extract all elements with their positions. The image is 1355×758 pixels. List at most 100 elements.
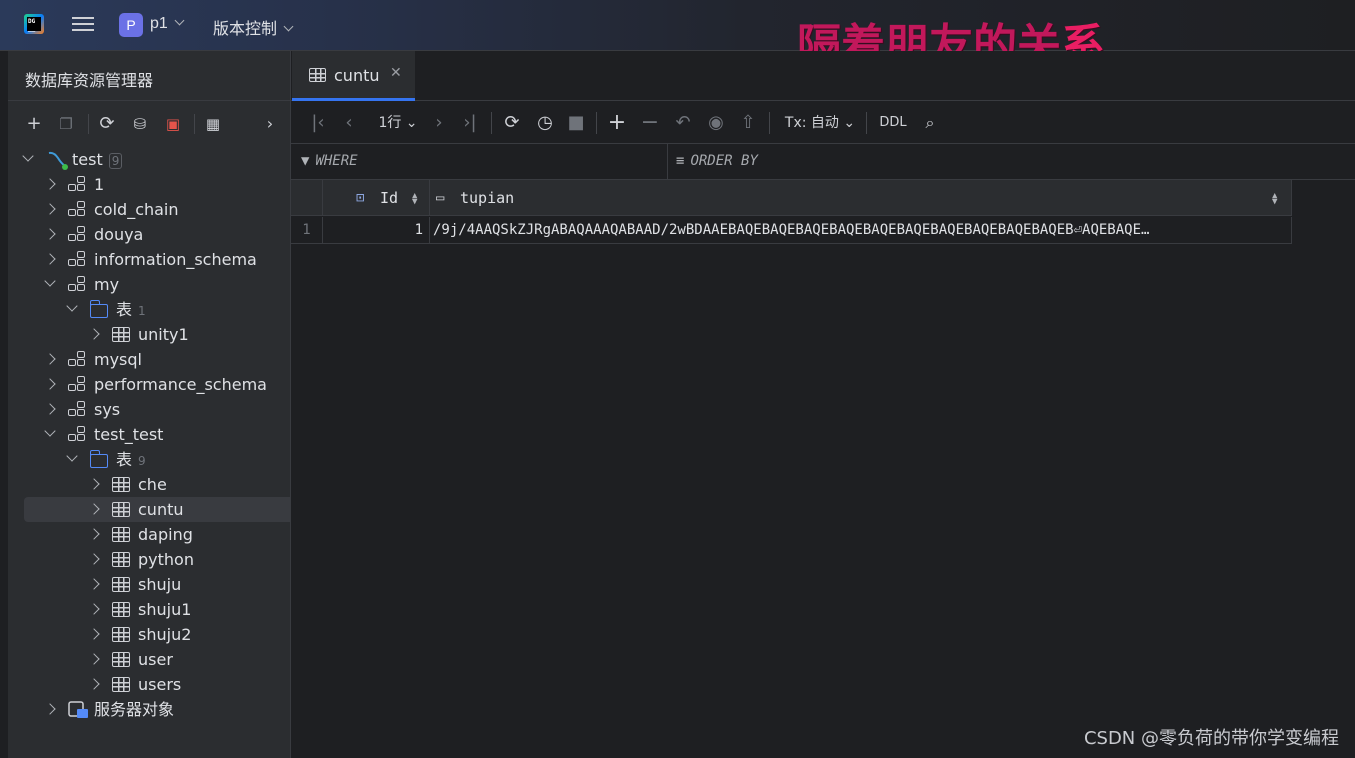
tree-item-text: test_test xyxy=(94,425,164,444)
tree-item-label: my xyxy=(94,272,119,297)
chevron-right-icon[interactable] xyxy=(44,378,56,390)
datasource-properties-icon[interactable]: ⛁ xyxy=(130,114,150,134)
tree-item[interactable]: cold_chain xyxy=(8,197,290,222)
column-header-tupian[interactable]: ▭ tupian ▲ ▼ xyxy=(430,180,1292,216)
cell-tupian[interactable]: /9j/4AAQSkZJRgABAQAAAQABAAD/2wBDAAEBAQEB… xyxy=(430,217,1292,244)
chevron-right-icon[interactable] xyxy=(88,628,100,640)
tree-item[interactable]: test 9 xyxy=(8,147,290,172)
chevron-down-icon xyxy=(283,21,294,32)
grid-toolbar: |‹ ‹ 1行 ⌄ › ›| ⟳ ◷ ■ + − ↶ ◉ ⇧ Tx: 自动 ⌄ … xyxy=(291,102,1355,144)
first-page-icon[interactable]: |‹ xyxy=(309,112,327,134)
next-page-icon[interactable]: › xyxy=(431,112,447,134)
tree-item[interactable]: performance_schema xyxy=(8,372,290,397)
column-header-id[interactable]: ⊡ Id ▲ ▼ xyxy=(323,180,430,216)
refresh-icon[interactable]: ⟳ xyxy=(97,114,117,134)
tree-item-label: daping xyxy=(138,522,193,547)
reload-icon[interactable]: ⟳ xyxy=(501,112,523,134)
tree-item[interactable]: 服务器对象 xyxy=(8,697,290,722)
tree-item[interactable]: douya xyxy=(8,222,290,247)
schema-icon xyxy=(68,426,88,444)
search-icon[interactable]: ⌕ xyxy=(919,112,941,134)
chevron-right-icon[interactable] xyxy=(88,328,100,340)
sort-arrows-icon[interactable]: ▲ ▼ xyxy=(412,192,417,207)
tree-item[interactable]: my xyxy=(8,272,290,297)
table-icon xyxy=(112,327,130,342)
tree-item[interactable]: cuntu xyxy=(24,497,306,522)
ddl-button[interactable]: DDL xyxy=(878,112,908,134)
submit-icon[interactable]: ⇧ xyxy=(738,112,758,134)
chevron-right-icon[interactable] xyxy=(44,203,56,215)
chevron-right-icon[interactable] xyxy=(88,678,100,690)
tab-cuntu[interactable]: cuntu ✕ xyxy=(292,51,415,101)
disconnect-icon[interactable]: ▣ xyxy=(163,114,183,134)
tree-item[interactable]: shuju2 xyxy=(8,622,290,647)
tree-item[interactable]: python xyxy=(8,547,290,572)
database-explorer-panel: 数据库资源管理器 + ❐ ⟳ ⛁ ▣ ▦ › test 9 1 cold_chain d… xyxy=(8,51,306,758)
order-by-label: ORDER BY xyxy=(690,153,758,169)
chevron-down-icon[interactable] xyxy=(66,450,78,462)
history-icon[interactable]: ◷ xyxy=(534,112,556,134)
chevron-right-icon[interactable] xyxy=(44,253,56,265)
tree-item[interactable]: 表1 xyxy=(8,297,290,322)
chevron-right-icon[interactable] xyxy=(88,553,100,565)
vcs-menu[interactable]: 版本控制 xyxy=(213,15,294,39)
chevron-right-icon[interactable] xyxy=(88,578,100,590)
tree-item-text: shuju xyxy=(138,575,182,594)
chevron-right-icon[interactable] xyxy=(88,528,100,540)
tx-mode-selector[interactable]: Tx: 自动 ⌄ xyxy=(783,112,857,134)
tree-item[interactable]: shuju xyxy=(8,572,290,597)
add-row-icon[interactable]: + xyxy=(607,112,627,134)
tree-item[interactable]: test_test xyxy=(8,422,290,447)
order-by-filter[interactable]: ≡ ORDER BY xyxy=(676,153,758,169)
prev-page-icon[interactable]: ‹ xyxy=(341,112,357,134)
tree-item-text: test xyxy=(72,150,103,169)
tree-item[interactable]: 1 xyxy=(8,172,290,197)
chevron-right-icon[interactable] xyxy=(44,703,56,715)
revert-icon[interactable]: ↶ xyxy=(673,112,693,134)
tree-item[interactable]: unity1 xyxy=(8,322,290,347)
chevron-right-icon[interactable] xyxy=(88,503,100,515)
chevron-right-icon[interactable]: › xyxy=(260,114,280,134)
tree-item[interactable]: user xyxy=(8,647,290,672)
tree-item-text: information_schema xyxy=(94,250,257,269)
delete-row-icon[interactable]: − xyxy=(640,112,660,134)
tree-item[interactable]: users xyxy=(8,672,290,697)
tree-item[interactable]: daping xyxy=(8,522,290,547)
tree-item-text: performance_schema xyxy=(94,375,267,394)
table-view-icon[interactable]: ▦ xyxy=(203,114,223,134)
add-icon[interactable]: + xyxy=(24,114,44,134)
last-page-icon[interactable]: ›| xyxy=(461,112,479,134)
tree-item-label: test 9 xyxy=(72,147,123,172)
sort-arrows-icon[interactable]: ▲ ▼ xyxy=(1272,192,1277,207)
tree-item[interactable]: 表9 xyxy=(8,447,290,472)
chevron-down-icon[interactable] xyxy=(22,150,34,162)
tree-item-label: sys xyxy=(94,397,120,422)
schema-icon xyxy=(68,376,88,394)
chevron-right-icon[interactable] xyxy=(88,653,100,665)
chevron-right-icon[interactable] xyxy=(88,478,100,490)
chevron-right-icon[interactable] xyxy=(44,178,56,190)
chevron-down-icon[interactable] xyxy=(66,300,78,312)
chevron-right-icon[interactable] xyxy=(44,353,56,365)
filter-icon: ▼ xyxy=(301,153,310,169)
project-selector[interactable]: p1 xyxy=(150,15,185,33)
tree-item[interactable]: information_schema xyxy=(8,247,290,272)
cell-id[interactable]: 1 xyxy=(323,217,430,244)
where-filter[interactable]: ▼ WHERE xyxy=(301,153,358,169)
rows-selector[interactable]: 1行 ⌄ xyxy=(374,112,422,134)
tree-item[interactable]: mysql xyxy=(8,347,290,372)
chevron-right-icon[interactable] xyxy=(44,228,56,240)
copy-icon[interactable]: ❐ xyxy=(56,114,76,134)
close-icon[interactable]: ✕ xyxy=(390,65,402,81)
tree-item[interactable]: che xyxy=(8,472,290,497)
preview-changes-icon[interactable]: ◉ xyxy=(705,112,727,134)
stop-icon[interactable]: ■ xyxy=(567,112,585,134)
tree-item[interactable]: shuju1 xyxy=(8,597,290,622)
chevron-down-icon[interactable] xyxy=(44,275,56,287)
chevron-right-icon[interactable] xyxy=(88,603,100,615)
project-badge[interactable]: P xyxy=(119,13,143,37)
main-menu-icon[interactable] xyxy=(72,14,94,36)
chevron-right-icon[interactable] xyxy=(44,403,56,415)
tree-item[interactable]: sys xyxy=(8,397,290,422)
chevron-down-icon[interactable] xyxy=(44,425,56,437)
